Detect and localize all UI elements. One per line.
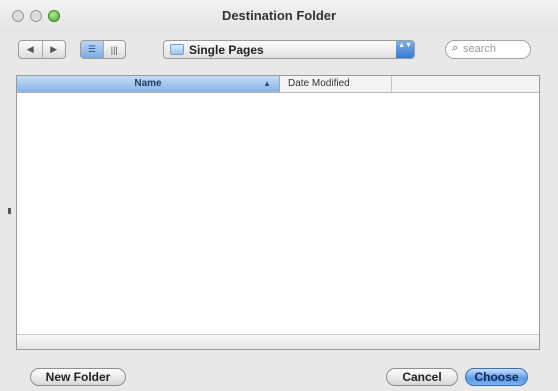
date-modified-column-header[interactable]: Date Modified	[280, 76, 392, 92]
window-title: Destination Folder	[221, 8, 337, 23]
list-view-button[interactable]: ☰	[81, 41, 103, 58]
folder-icon	[170, 44, 184, 55]
navigation-buttons: ◀ ▶	[18, 40, 66, 59]
forward-button[interactable]: ▶	[41, 41, 66, 58]
name-column-label: Name	[134, 78, 162, 89]
forward-arrow-icon: ▶	[50, 44, 58, 54]
list-view-icon: ☰	[87, 44, 96, 54]
search-input[interactable]	[463, 42, 523, 56]
back-button[interactable]: ◀	[19, 41, 42, 58]
column-view-button[interactable]: |||	[102, 41, 126, 58]
cancel-button[interactable]: Cancel	[386, 368, 458, 386]
resize-handle-mark	[8, 208, 11, 214]
column-view-icon: |||	[110, 44, 118, 55]
horizontal-scrollbar[interactable]	[17, 334, 539, 349]
title-bar: Destination Folder	[0, 0, 558, 32]
file-list[interactable]	[17, 93, 539, 334]
search-icon: ⌕	[452, 42, 459, 54]
new-folder-button[interactable]: New Folder	[30, 368, 126, 386]
name-column-header[interactable]: Name ▲	[17, 76, 280, 92]
popup-arrows-icon: ▲▼	[396, 41, 414, 58]
back-arrow-icon: ◀	[26, 44, 34, 54]
header-filler	[392, 76, 539, 92]
location-label: Single Pages	[189, 43, 264, 57]
file-browser: Name ▲ Date Modified	[16, 75, 540, 350]
view-mode-buttons: ☰ |||	[80, 40, 126, 59]
sort-ascending-icon: ▲	[263, 79, 271, 88]
toolbar: ◀ ▶ ☰ ||| Single Pages ▲▼ ⌕	[0, 32, 558, 74]
search-field[interactable]: ⌕	[445, 40, 531, 59]
choose-button[interactable]: Choose	[465, 368, 528, 386]
column-header-row: Name ▲ Date Modified	[17, 76, 539, 93]
location-popup[interactable]: Single Pages ▲▼	[163, 40, 415, 59]
date-modified-column-label: Date Modified	[288, 78, 350, 89]
